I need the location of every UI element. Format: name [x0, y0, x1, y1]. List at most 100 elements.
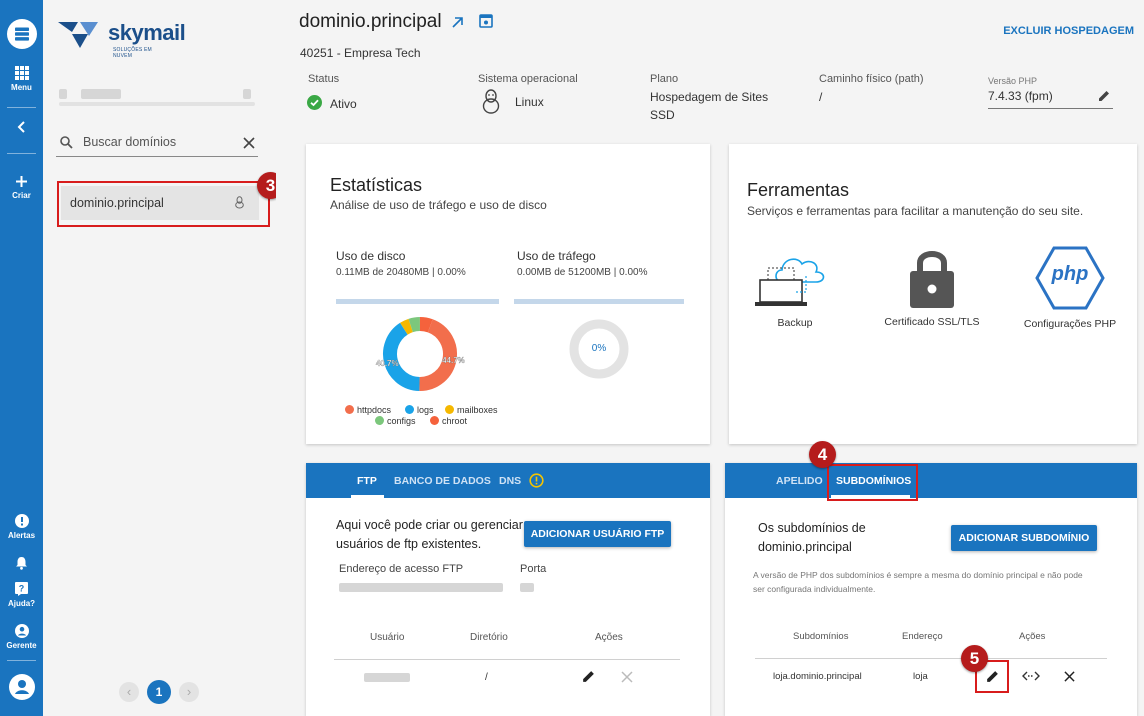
tab-database[interactable]: BANCO DE DADOS — [394, 475, 491, 487]
redacted-text — [243, 89, 251, 99]
legend-item-mailboxes[interactable]: mailboxes — [445, 405, 498, 415]
php-tool[interactable]: php — [1034, 245, 1106, 316]
help-icon: ? — [15, 582, 28, 596]
col-address: Endereço — [902, 631, 943, 642]
chevron-left-icon — [17, 121, 25, 133]
legend-color-swatch — [405, 405, 414, 414]
menu-button[interactable]: Menu — [0, 66, 43, 92]
edit-icon[interactable] — [581, 669, 596, 684]
traffic-usage-bar — [514, 299, 684, 304]
add-ftp-user-button[interactable]: ADICIONAR USUÁRIO FTP — [524, 521, 671, 547]
lock-icon — [910, 251, 954, 308]
table-divider — [755, 658, 1107, 659]
traffic-usage-value: 0.00MB de 51200MB | 0.00% — [517, 267, 648, 278]
redacted-ftp-user — [364, 673, 410, 682]
tab-ftp[interactable]: FTP — [357, 475, 377, 487]
redacted-text — [59, 102, 255, 106]
traffic-center-label: 0% — [591, 343, 607, 354]
app-home-button[interactable] — [0, 18, 43, 53]
disk-usage-donut-chart: 44.7% 40.7% — [376, 317, 465, 391]
collapse-button[interactable] — [0, 120, 43, 137]
logo-mark-icon — [58, 22, 98, 48]
alerts-button[interactable]: Alertas — [0, 514, 43, 540]
subdomains-tab-bar: APELIDO SUBDOMÍNIOS — [725, 463, 1137, 498]
help-label: Ajuda? — [7, 599, 36, 608]
bell-icon — [16, 557, 27, 570]
edit-icon[interactable] — [1097, 89, 1111, 103]
current-page[interactable]: 1 — [147, 680, 171, 704]
step-badge-5: 5 — [961, 645, 988, 672]
col-directory: Diretório — [470, 632, 508, 643]
highlight-box-3 — [57, 181, 270, 227]
subdomain-name: loja.dominio.principal — [773, 671, 862, 682]
ftp-tab-bar: FTP BANCO DE DADOS DNS — [306, 463, 710, 498]
highlight-box-4 — [827, 464, 918, 501]
preview-icon[interactable] — [479, 14, 493, 28]
php-version-label: Versão PHP — [988, 76, 1038, 86]
legend-item-configs[interactable]: configs — [375, 416, 416, 426]
domain-search-field[interactable]: Buscar domínios — [56, 131, 258, 157]
logo-tagline: SOLUÇÕES EM NUVEM — [113, 47, 152, 59]
table-divider — [334, 659, 680, 660]
path-value: / — [819, 90, 823, 104]
legend-item-chroot[interactable]: chroot — [430, 416, 467, 426]
help-button[interactable]: ? Ajuda? — [0, 582, 43, 608]
legend-item-logs[interactable]: logs — [405, 405, 434, 415]
search-placeholder: Buscar domínios — [83, 135, 177, 149]
alerts-label: Alertas — [7, 531, 36, 540]
donut-slice-httpdocs — [419, 319, 457, 391]
page-title: dominio.principal — [299, 11, 442, 32]
stats-card: Estatísticas Análise de uso de tráfego e… — [306, 144, 710, 444]
warning-icon — [529, 473, 544, 488]
col-actions: Ações — [595, 632, 623, 643]
ssl-label[interactable]: Certificado SSL/TLS — [877, 316, 987, 328]
status-value: Ativo — [330, 97, 357, 111]
php-note-line1: A versão de PHP dos subdomínios é sempre… — [753, 570, 1083, 580]
legend-label: chroot — [442, 416, 468, 426]
backup-tool[interactable] — [754, 244, 836, 314]
add-subdomain-button[interactable]: ADICIONAR SUBDOMÍNIO — [951, 525, 1097, 551]
prev-page-button[interactable]: ‹ — [119, 682, 139, 702]
main-content: dominio.principal 40251 - Empresa Tech E… — [276, 0, 1144, 716]
delete-hosting-link[interactable]: EXCLUIR HOSPEDAGEM — [1003, 25, 1134, 37]
status-label: Status — [308, 73, 340, 85]
plan-label: Plano — [650, 73, 679, 85]
donut-slice-chroot — [419, 317, 433, 333]
notifications-button[interactable] — [0, 556, 43, 573]
next-page-button[interactable]: › — [179, 682, 199, 702]
user-circle-icon — [14, 624, 29, 638]
create-button[interactable]: Criar — [0, 175, 43, 200]
legend-item-httpdocs[interactable]: httpdocs — [345, 405, 391, 415]
tools-title: Ferramentas — [747, 180, 850, 200]
delete-icon[interactable] — [621, 671, 633, 683]
delete-icon[interactable] — [1064, 671, 1075, 682]
donut-label-logs: 40.7% — [376, 359, 399, 368]
ftp-address-label: Endereço de acesso FTP — [339, 563, 464, 575]
cloud-backup-icon — [755, 258, 825, 306]
menu-label: Menu — [11, 83, 32, 92]
legend-label: logs — [417, 405, 434, 415]
clear-icon[interactable] — [243, 137, 255, 149]
php-config-label[interactable]: Configurações PHP — [1014, 318, 1126, 330]
tools-card: Ferramentas Serviços e ferramentas para … — [729, 144, 1137, 444]
redirect-icon[interactable] — [1022, 670, 1040, 682]
backup-label[interactable]: Backup — [769, 317, 821, 329]
legend-color-swatch — [345, 405, 354, 414]
external-link-icon[interactable] — [451, 16, 464, 29]
manager-button[interactable]: Gerente — [0, 624, 43, 650]
rail-divider — [7, 660, 36, 661]
account-subtitle: 40251 - Empresa Tech — [300, 46, 421, 60]
tab-aliases[interactable]: APELIDO — [776, 475, 823, 487]
legend-color-swatch — [430, 416, 439, 425]
grid-icon — [14, 66, 29, 80]
ftp-description-line2: usuários de ftp existentes. — [336, 537, 482, 551]
disk-usage-value: 0.11MB de 20480MB | 0.00% — [336, 267, 466, 278]
svg-text:?: ? — [19, 584, 25, 594]
tab-dns[interactable]: DNS — [499, 475, 521, 487]
ssl-tool[interactable] — [906, 245, 958, 314]
php-version-field[interactable]: 7.4.33 (fpm) — [988, 87, 1113, 109]
donut-slice-configs — [408, 317, 421, 333]
stats-subtitle: Análise de uso de tráfego e uso de disco — [330, 198, 547, 212]
legend-color-swatch — [445, 405, 454, 414]
account-button[interactable] — [0, 674, 43, 703]
